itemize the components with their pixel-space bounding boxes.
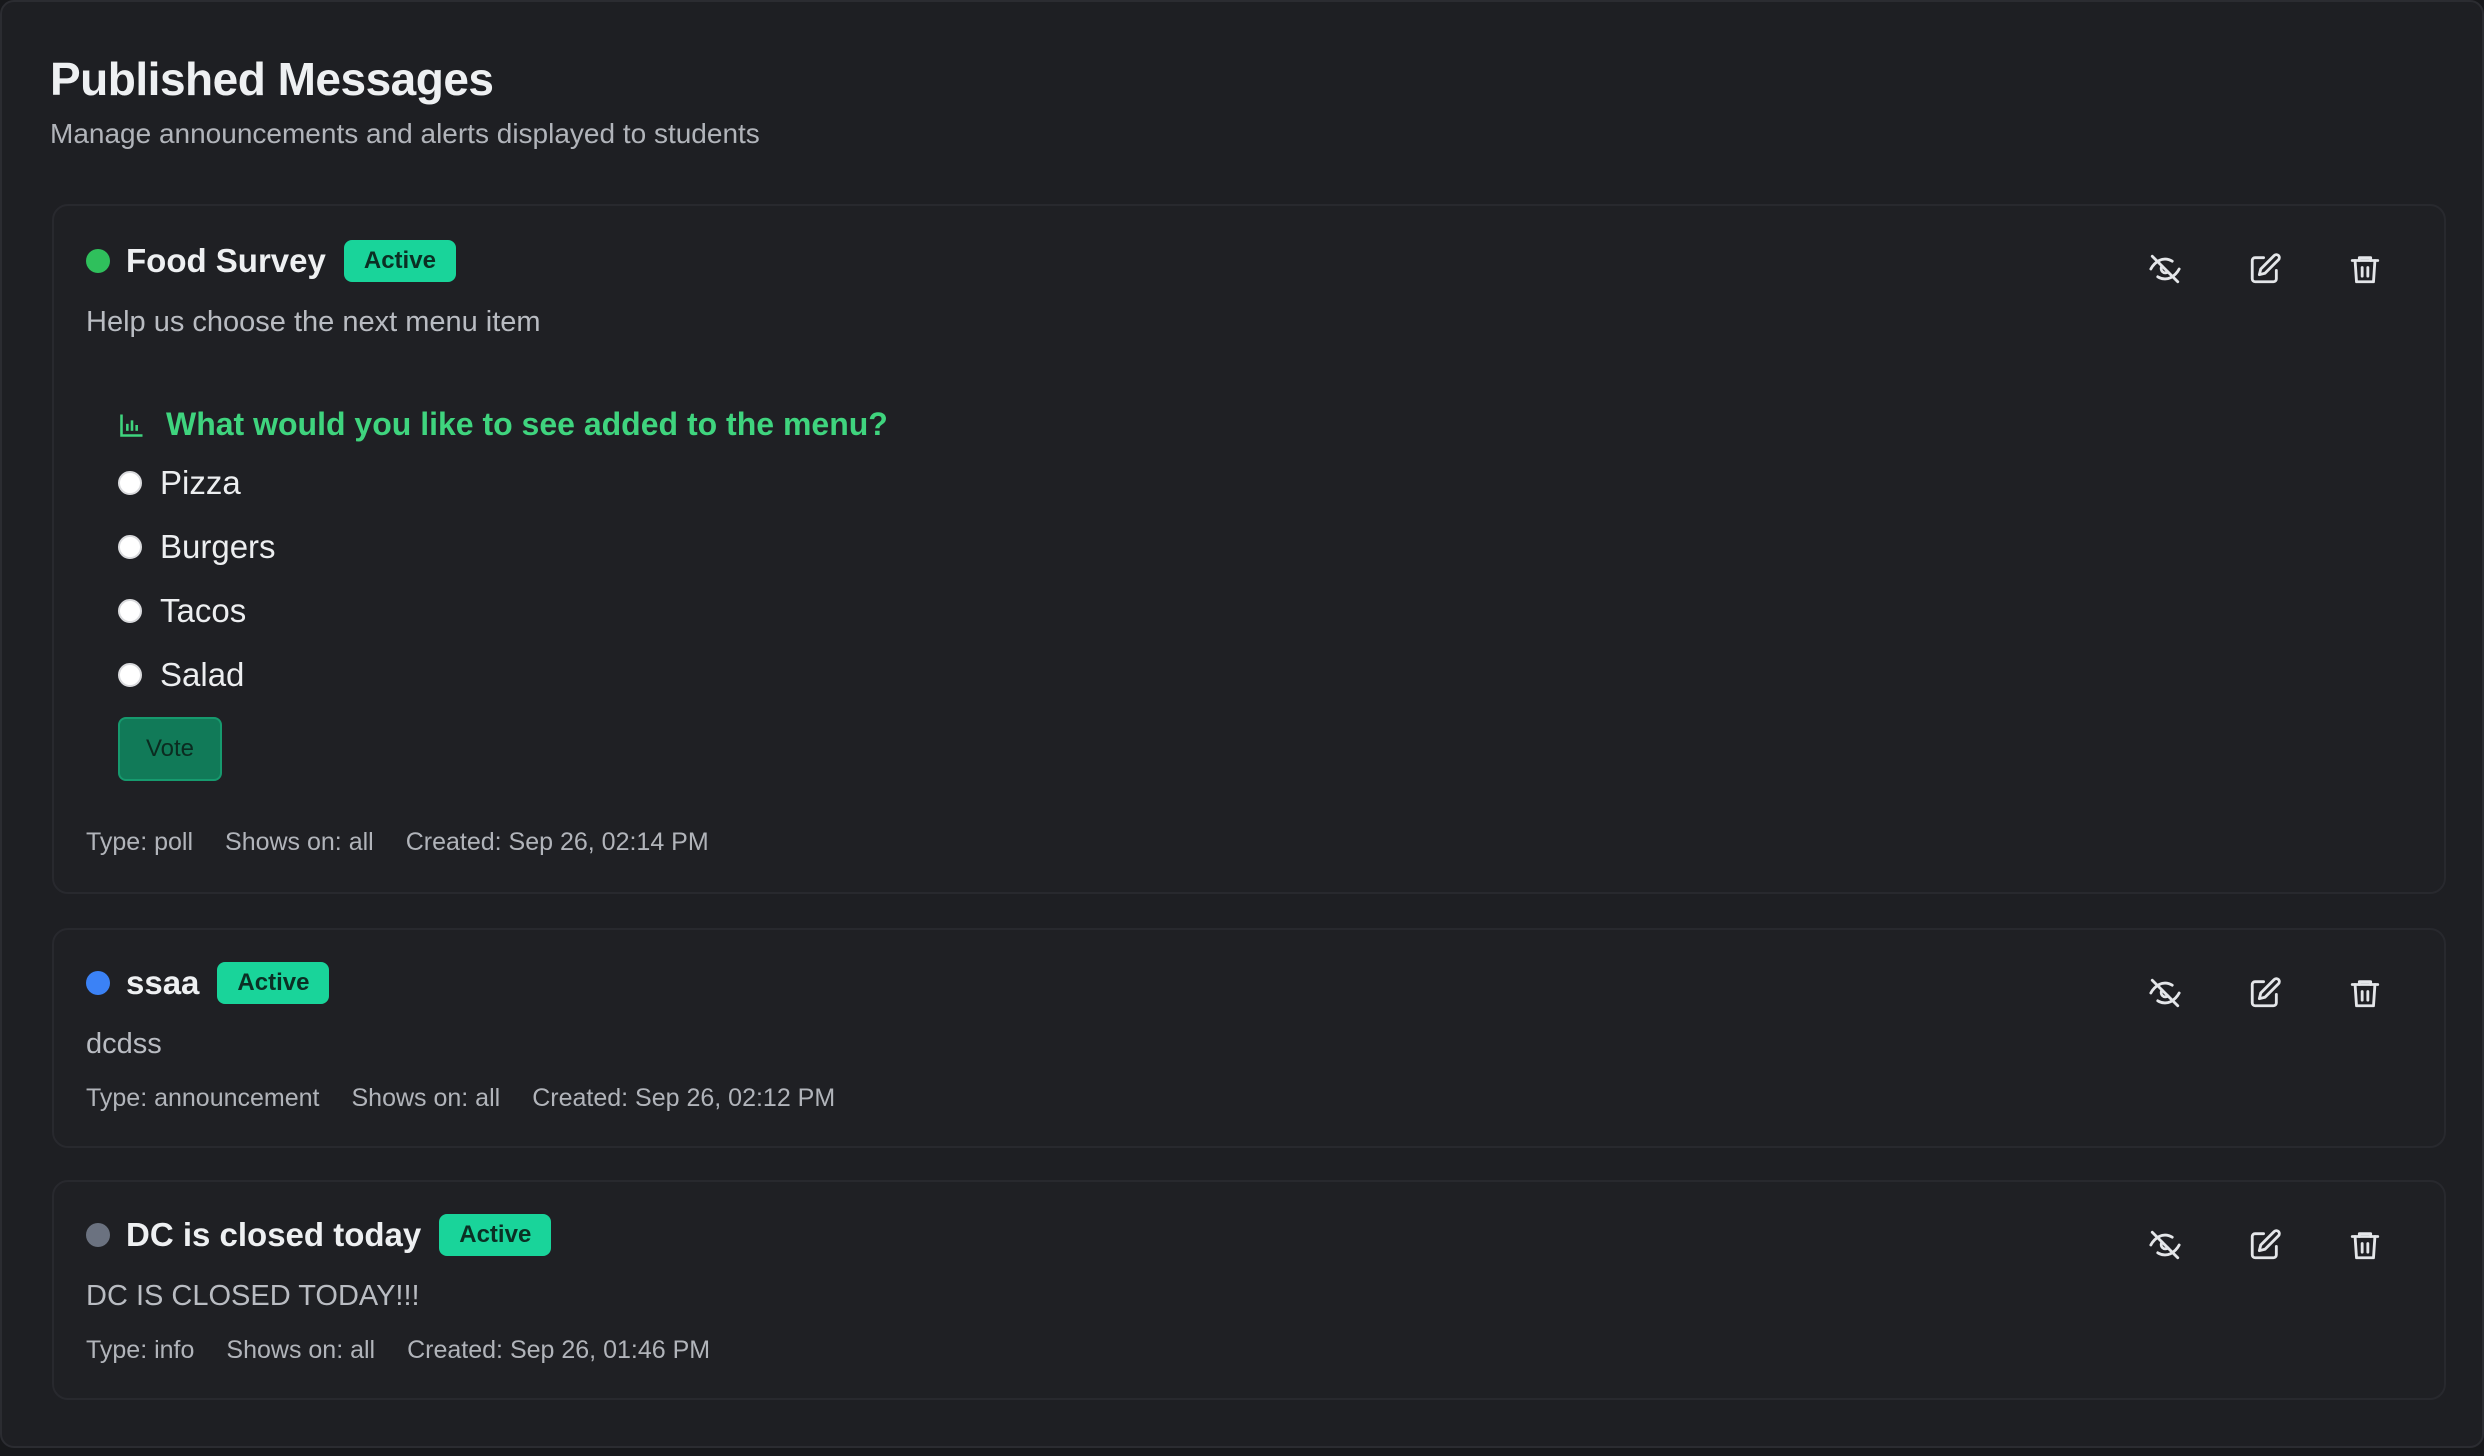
message-actions xyxy=(2146,1226,2384,1264)
meta-type: Type: info xyxy=(86,1336,195,1364)
message-card: ssaa Active dcdss Type: announcement Sho… xyxy=(52,928,2446,1148)
edit-button[interactable] xyxy=(2246,1226,2284,1264)
radio-button[interactable] xyxy=(118,599,142,623)
message-card: DC is closed today Active DC IS CLOSED T… xyxy=(52,1180,2446,1400)
hide-button[interactable] xyxy=(2146,1226,2184,1264)
edit-button[interactable] xyxy=(2246,250,2284,288)
status-dot xyxy=(86,1223,110,1247)
poll-question-text: What would you like to see added to the … xyxy=(166,406,888,442)
status-dot xyxy=(86,971,110,995)
message-title: DC is closed today xyxy=(126,1216,422,1253)
published-messages-panel: Published Messages Manage announcements … xyxy=(0,0,2484,1448)
message-description: DC IS CLOSED TODAY!!! xyxy=(86,1280,420,1312)
status-badge: Active xyxy=(343,240,456,282)
poll-option[interactable]: Pizza xyxy=(118,451,888,515)
message-actions xyxy=(2146,250,2384,288)
message-header: DC is closed today Active xyxy=(86,1214,552,1256)
poll-options: Pizza Burgers Tacos Salad xyxy=(118,451,888,707)
radio-button[interactable] xyxy=(118,663,142,687)
poll-option-label: Tacos xyxy=(160,592,247,629)
message-actions xyxy=(2146,974,2384,1012)
meta-created: Created: Sep 26, 02:12 PM xyxy=(532,1084,836,1112)
poll-question: What would you like to see added to the … xyxy=(118,406,888,443)
radio-button[interactable] xyxy=(118,471,142,495)
hide-button[interactable] xyxy=(2146,250,2184,288)
trash-icon xyxy=(2350,1232,2380,1260)
poll: What would you like to see added to the … xyxy=(118,406,888,781)
message-description: dcdss xyxy=(86,1028,162,1060)
meta-type: Type: announcement xyxy=(86,1084,320,1112)
message-header: ssaa Active xyxy=(86,962,330,1004)
eye-off-icon xyxy=(2149,254,2181,284)
edit-icon xyxy=(2250,977,2281,1008)
delete-button[interactable] xyxy=(2346,974,2384,1012)
eye-off-icon xyxy=(2149,1230,2181,1260)
meta-shows-on: Shows on: all xyxy=(351,1084,501,1112)
meta-type: Type: poll xyxy=(86,828,194,856)
meta-shows-on: Shows on: all xyxy=(225,828,374,856)
meta-created: Created: Sep 26, 01:46 PM xyxy=(407,1336,711,1364)
status-badge: Active xyxy=(439,1214,552,1256)
meta-created: Created: Sep 26, 02:14 PM xyxy=(405,828,709,856)
trash-icon xyxy=(2350,256,2380,284)
message-title: ssaa xyxy=(126,964,200,1001)
trash-icon xyxy=(2350,980,2380,1008)
message-meta: Type: poll Shows on: all Created: Sep 26… xyxy=(86,828,709,857)
message-meta: Type: announcement Shows on: all Created… xyxy=(86,1084,835,1113)
poll-option-label: Salad xyxy=(160,656,245,693)
page-title: Published Messages xyxy=(50,53,494,105)
delete-button[interactable] xyxy=(2346,250,2384,288)
message-card: Food Survey Active Help us choose the ne… xyxy=(52,204,2446,894)
message-meta: Type: info Shows on: all Created: Sep 26… xyxy=(86,1336,710,1365)
bar-chart-icon xyxy=(120,414,143,437)
edit-icon xyxy=(2250,1229,2281,1260)
message-header: Food Survey Active xyxy=(86,240,456,282)
meta-shows-on: Shows on: all xyxy=(226,1336,376,1364)
status-badge: Active xyxy=(217,962,330,1004)
poll-option[interactable]: Tacos xyxy=(118,579,888,643)
poll-option[interactable]: Burgers xyxy=(118,515,888,579)
status-dot xyxy=(86,249,110,273)
edit-icon xyxy=(2250,253,2281,284)
poll-option[interactable]: Salad xyxy=(118,643,888,707)
radio-button[interactable] xyxy=(118,535,142,559)
message-title: Food Survey xyxy=(126,242,326,279)
poll-option-label: Pizza xyxy=(160,464,241,501)
message-description: Help us choose the next menu item xyxy=(86,306,541,338)
delete-button[interactable] xyxy=(2346,1226,2384,1264)
poll-option-label: Burgers xyxy=(160,528,276,565)
eye-off-icon xyxy=(2149,978,2181,1008)
vote-button[interactable]: Vote xyxy=(118,717,222,781)
page-subtitle: Manage announcements and alerts displaye… xyxy=(50,118,760,149)
hide-button[interactable] xyxy=(2146,974,2184,1012)
edit-button[interactable] xyxy=(2246,974,2284,1012)
